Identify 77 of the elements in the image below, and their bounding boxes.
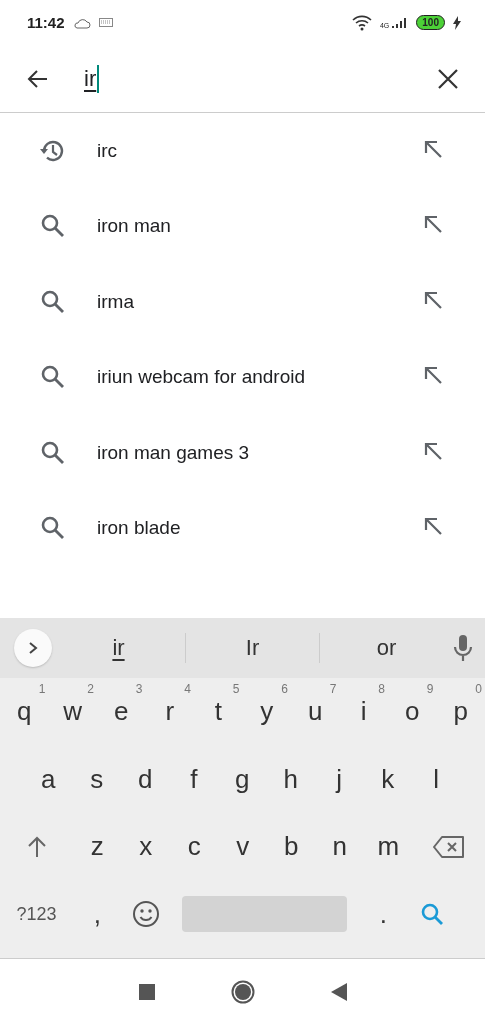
- key[interactable]: a: [24, 749, 73, 810]
- circle-icon: [230, 980, 255, 1004]
- key-hint: 2: [87, 681, 94, 696]
- key[interactable]: c: [170, 816, 219, 877]
- signal-icon: [390, 16, 409, 29]
- key[interactable]: z: [73, 816, 122, 877]
- key[interactable]: h: [266, 749, 315, 810]
- key[interactable]: w 2: [48, 681, 97, 742]
- search-icon: [419, 902, 444, 927]
- search-icon: [40, 439, 66, 466]
- symbols-key[interactable]: ?123: [0, 884, 73, 945]
- key-hint: 6: [281, 681, 288, 696]
- smiley-icon: [131, 900, 160, 929]
- key[interactable]: t 5: [194, 681, 243, 742]
- key-hint: 0: [475, 681, 482, 696]
- microphone-icon: [453, 634, 473, 662]
- wifi-icon: [351, 14, 372, 31]
- square-icon: [138, 984, 155, 1000]
- arrow-up-left-icon: [423, 365, 443, 386]
- key-hint: 8: [378, 681, 385, 696]
- suggestion-item[interactable]: irma: [0, 264, 485, 340]
- word-suggestion[interactable]: Ir: [186, 635, 319, 661]
- key[interactable]: d: [121, 749, 170, 810]
- status-time: 11:42: [27, 14, 65, 31]
- microphone-button[interactable]: [453, 634, 473, 662]
- key[interactable]: n: [315, 816, 364, 877]
- arrow-up-left-icon: [423, 289, 443, 310]
- suggestion-item[interactable]: iriun webcam for android: [0, 339, 485, 415]
- key[interactable]: q 1: [0, 681, 49, 742]
- suggestion-item[interactable]: irc: [0, 113, 485, 189]
- key[interactable]: x: [121, 816, 170, 877]
- key[interactable]: f: [169, 749, 218, 810]
- key[interactable]: .: [359, 884, 408, 945]
- lightning-icon: [453, 15, 461, 30]
- arrow-up-left-icon: [423, 214, 443, 235]
- home-button[interactable]: [230, 980, 255, 1004]
- backspace-icon: [433, 835, 465, 858]
- arrow-up-left-icon: [423, 440, 443, 461]
- key-hint: 1: [38, 681, 46, 696]
- key-hint: 9: [426, 681, 434, 696]
- key[interactable]: r 4: [145, 681, 194, 742]
- keyboard-icon: [98, 18, 113, 27]
- arrow-up-left-icon: [423, 516, 443, 537]
- suggestion-item[interactable]: iron blade: [0, 490, 485, 566]
- key[interactable]: m: [364, 816, 413, 877]
- suggestion-item[interactable]: iron man: [0, 188, 485, 264]
- key[interactable]: l: [412, 749, 461, 810]
- key[interactable]: s: [72, 749, 121, 810]
- close-icon: [437, 67, 459, 90]
- key[interactable]: v: [218, 816, 267, 877]
- expand-button[interactable]: [14, 629, 52, 667]
- key[interactable]: g: [218, 749, 267, 810]
- recents-button[interactable]: [138, 984, 155, 1000]
- battery-level: 100: [416, 15, 445, 30]
- triangle-left-icon: [330, 983, 347, 1001]
- key-hint: 3: [135, 681, 143, 696]
- key-hint: 4: [184, 681, 191, 696]
- word-suggestion[interactable]: ir: [52, 635, 185, 661]
- back-nav-button[interactable]: [330, 983, 347, 1001]
- key[interactable]: k: [363, 749, 412, 810]
- search-icon: [40, 288, 66, 315]
- key[interactable]: o 9: [388, 681, 437, 742]
- key-hint: 7: [329, 681, 337, 696]
- key[interactable]: u 7: [291, 681, 340, 742]
- key[interactable]: j: [315, 749, 364, 810]
- key[interactable]: p 0: [436, 681, 485, 742]
- word-suggestion[interactable]: or: [320, 635, 453, 661]
- key[interactable]: i 8: [339, 681, 388, 742]
- arrow-up-left-icon: [423, 138, 443, 159]
- key[interactable]: b: [267, 816, 316, 877]
- suggestion-item[interactable]: iron man games 3: [0, 415, 485, 491]
- key[interactable]: ,: [73, 884, 122, 945]
- key[interactable]: y 6: [242, 681, 291, 742]
- key[interactable]: e 3: [97, 681, 146, 742]
- search-field[interactable]: ir: [84, 58, 437, 99]
- clear-button[interactable]: [437, 67, 459, 90]
- key-hint: 5: [232, 681, 240, 696]
